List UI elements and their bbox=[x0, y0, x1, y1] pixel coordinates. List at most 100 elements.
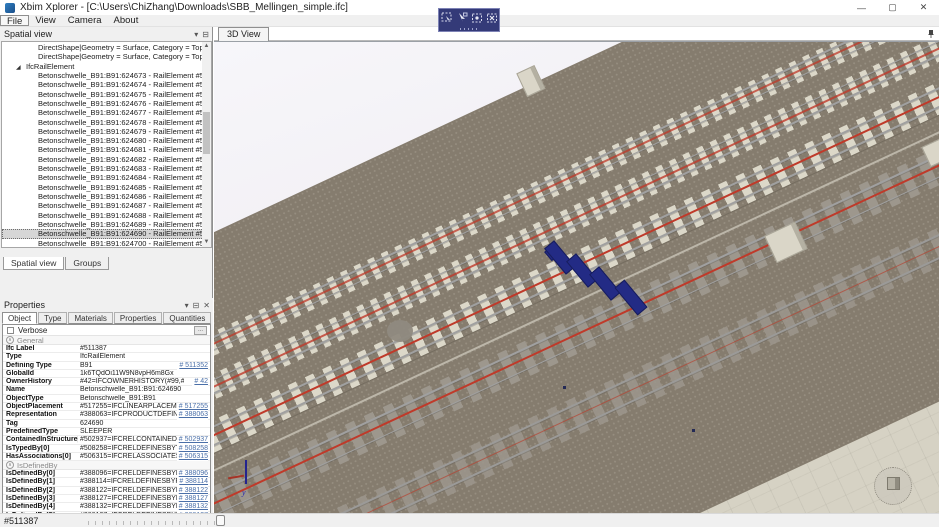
menu-view[interactable]: View bbox=[29, 15, 61, 26]
tree-item[interactable]: Betonschwelle_B91:B91:624685 - RailEleme… bbox=[2, 183, 204, 192]
dock-pin-icon[interactable] bbox=[927, 30, 935, 38]
clip-region-icon[interactable] bbox=[486, 12, 498, 24]
axes-triad: y bbox=[226, 454, 276, 504]
catenary-mast[interactable] bbox=[516, 65, 545, 97]
axis-z-line bbox=[245, 460, 247, 484]
pin-icon[interactable]: ⊟ bbox=[193, 301, 200, 310]
tree-item[interactable]: Betonschwelle_B91:B91:624700 - RailEleme… bbox=[2, 239, 204, 248]
property-row: OwnerHistory#42=IFCOWNERHISTORY(#99,#6,$… bbox=[3, 378, 210, 386]
toolbar-grip[interactable] bbox=[460, 28, 480, 30]
section-general[interactable]: ∧ General bbox=[3, 336, 210, 345]
tree-item[interactable]: Betonschwelle_B91:B91:624682 - RailEleme… bbox=[2, 155, 204, 164]
property-name: IsDefinedBy[4] bbox=[6, 503, 78, 511]
entity-link[interactable]: # 388114 bbox=[177, 478, 208, 486]
window-menu-icon[interactable]: ▾ bbox=[194, 30, 198, 39]
pin-icon[interactable]: ⊟ bbox=[202, 30, 209, 39]
property-name: IsDefinedBy[3] bbox=[6, 495, 78, 503]
close-icon[interactable]: ✕ bbox=[203, 301, 210, 310]
region-dashed-icon[interactable] bbox=[471, 12, 483, 24]
entity-link[interactable]: # 511352 bbox=[177, 362, 208, 370]
property-value: #502937=IFCRELCONTAINEDINSPATIALSTRUCTUR… bbox=[80, 436, 184, 444]
expander-icon[interactable]: ◢ bbox=[16, 64, 24, 71]
property-row: IsDefinedBy[0]#388096=IFCRELDEFINESBYPRO… bbox=[3, 470, 210, 478]
status-bar: #511387 bbox=[0, 513, 939, 527]
entity-link[interactable]: # 388096 bbox=[177, 470, 208, 478]
menu-file[interactable]: File bbox=[0, 15, 29, 26]
maximize-button[interactable]: ▢ bbox=[877, 0, 908, 15]
axis-x-line bbox=[228, 475, 244, 479]
property-row: ContainedInStructure[0]#502937=IFCRELCON… bbox=[3, 436, 210, 444]
tree-group-ifcrailelement[interactable]: ◢IfcRailElement bbox=[2, 62, 204, 71]
tree-item[interactable]: Betonschwelle_B91:B91:624673 - RailEleme… bbox=[2, 71, 204, 80]
entity-link[interactable]: # 508258 bbox=[177, 445, 208, 453]
prop-tab-quantities[interactable]: Quantities bbox=[163, 312, 211, 324]
navigation-gizmo[interactable] bbox=[874, 467, 912, 505]
more-options-button[interactable]: ... bbox=[194, 326, 207, 335]
tree-item[interactable]: Betonschwelle_B91:B91:624686 - RailEleme… bbox=[2, 192, 204, 201]
tree-vscroll-thumb[interactable] bbox=[203, 112, 210, 154]
menu-about[interactable]: About bbox=[108, 15, 145, 26]
entity-link[interactable]: # 388132 bbox=[177, 503, 208, 511]
tree-item[interactable]: Betonschwelle_B91:B91:624675 - RailEleme… bbox=[2, 90, 204, 99]
collapse-icon[interactable]: ∧ bbox=[6, 336, 14, 344]
manhole-disc bbox=[387, 320, 413, 342]
entity-link[interactable]: # 388063 bbox=[177, 411, 208, 419]
property-name: IsDefinedBy[2] bbox=[6, 487, 78, 495]
tree-item[interactable]: DirectShape|Geometry = Surface, Category… bbox=[2, 43, 204, 52]
tree-item[interactable]: Betonschwelle_B91:B91:624684 - RailEleme… bbox=[2, 173, 204, 182]
entity-link[interactable]: # 517255 bbox=[177, 403, 208, 411]
entity-link[interactable]: # 388127 bbox=[177, 495, 208, 503]
tree-item[interactable]: Betonschwelle_B91:B91:624676 - RailEleme… bbox=[2, 99, 204, 108]
tree-item[interactable]: Betonschwelle_B91:B91:624680 - RailEleme… bbox=[2, 136, 204, 145]
property-value: #388114=IFCRELDEFINESBYPROPERTIES('1k6TQ… bbox=[80, 478, 184, 486]
dock-tab-spatial-view[interactable]: Spatial view bbox=[3, 257, 64, 270]
window-title: Xbim Xplorer - [C:\Users\ChiZhang\Downlo… bbox=[20, 2, 348, 13]
entity-link[interactable]: # 42 bbox=[192, 378, 208, 386]
tree-vertical-scrollbar[interactable]: ▲ ▼ bbox=[202, 42, 211, 247]
view-cube-icon[interactable] bbox=[887, 477, 900, 490]
tree-item[interactable]: Betonschwelle_B91:B91:624689 - RailEleme… bbox=[2, 220, 204, 229]
tree-item[interactable]: Betonschwelle_B91:B91:624674 - RailEleme… bbox=[2, 80, 204, 89]
property-name: Ifc Label bbox=[6, 345, 78, 353]
tree-item[interactable]: DirectShape|Geometry = Surface, Category… bbox=[2, 52, 204, 61]
scroll-up-icon[interactable]: ▲ bbox=[202, 42, 211, 51]
collapse-icon[interactable]: ∧ bbox=[6, 461, 14, 469]
scroll-down-icon[interactable]: ▼ bbox=[202, 238, 211, 247]
transparency-slider-thumb[interactable] bbox=[216, 515, 225, 526]
tree-item[interactable]: Betonschwelle_B91:B91:624687 - RailEleme… bbox=[2, 201, 204, 210]
window-menu-icon[interactable]: ▾ bbox=[185, 301, 189, 310]
verbose-checkbox[interactable] bbox=[7, 327, 14, 334]
dock-tab-groups[interactable]: Groups bbox=[65, 257, 109, 270]
select-box-icon[interactable] bbox=[441, 12, 453, 24]
menu-camera[interactable]: Camera bbox=[62, 15, 108, 26]
prop-tab-type[interactable]: Type bbox=[38, 312, 67, 324]
tab-3d-view[interactable]: 3D View bbox=[218, 27, 269, 41]
entity-link[interactable]: # 388122 bbox=[177, 487, 208, 495]
close-button[interactable]: ✕ bbox=[908, 0, 939, 15]
section-isdefinedby[interactable]: ∧ IsDefinedBy bbox=[3, 461, 210, 470]
property-name: HasAssociations[0] bbox=[6, 453, 78, 461]
property-row: IsTypedBy[0]#508258=IFCRELDEFINESBYTYPE(… bbox=[3, 445, 210, 453]
entity-link[interactable]: # 502937 bbox=[177, 436, 208, 444]
tree-item[interactable]: Betonschwelle_B91:B91:624678 - RailEleme… bbox=[2, 118, 204, 127]
tree-item[interactable]: Betonschwelle_B91:B91:624683 - RailEleme… bbox=[2, 164, 204, 173]
property-row: NameBetonschwelle_B91:B91:624690 bbox=[3, 386, 210, 394]
prop-tab-object[interactable]: Object bbox=[2, 312, 37, 324]
minimize-button[interactable]: — bbox=[846, 0, 877, 15]
property-name: Representation bbox=[6, 411, 78, 419]
tree-item[interactable]: Betonschwelle_B91:B91:624688 - RailEleme… bbox=[2, 211, 204, 220]
prop-tab-materials[interactable]: Materials bbox=[68, 312, 112, 324]
3d-viewport[interactable]: y bbox=[214, 41, 939, 513]
tree-item[interactable]: Betonschwelle_B91:B91:624677 - RailEleme… bbox=[2, 108, 204, 117]
property-row: IsDefinedBy[3]#388127=IFCRELDEFINESBYPRO… bbox=[3, 495, 210, 503]
tree-item[interactable]: Betonschwelle_B91:B91:624679 - RailEleme… bbox=[2, 127, 204, 136]
entity-link[interactable]: # 506315 bbox=[177, 453, 208, 461]
pointer-icon[interactable] bbox=[456, 12, 468, 24]
tree-item[interactable]: Betonschwelle_B91:B91:624681 - RailEleme… bbox=[2, 145, 204, 154]
property-row: ObjectPlacement#517255=IFCLINEARPLACEMEN… bbox=[3, 403, 210, 411]
model-speck bbox=[563, 386, 566, 389]
prop-tab-properties[interactable]: Properties bbox=[114, 312, 162, 324]
properties-header: Properties ▾ ⊟ ✕ bbox=[0, 298, 213, 312]
tree-item[interactable]: Betonschwelle_B91:B91:624690 - RailEleme… bbox=[2, 229, 204, 238]
property-name: ContainedInStructure[0] bbox=[6, 436, 78, 444]
